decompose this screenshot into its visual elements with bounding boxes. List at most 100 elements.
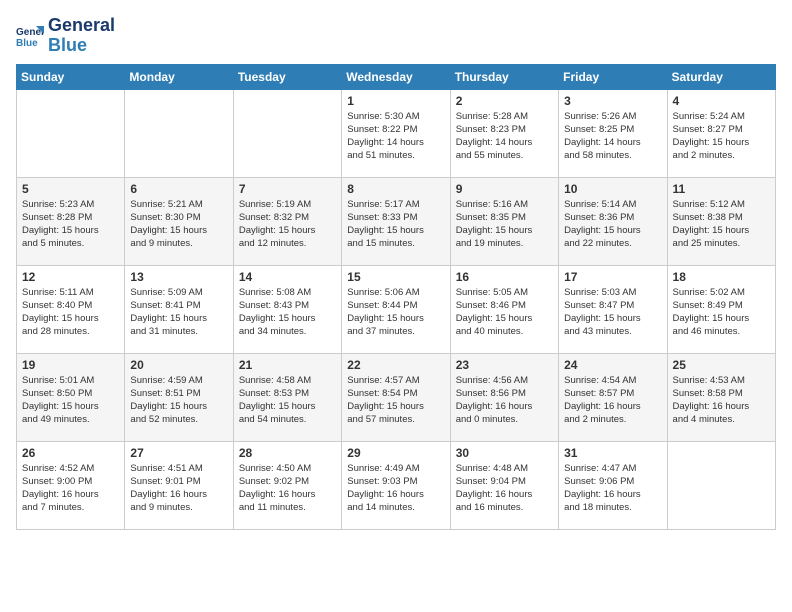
day-number: 8 [347, 182, 444, 196]
day-info: Sunrise: 4:51 AM Sunset: 9:01 PM Dayligh… [130, 462, 227, 515]
header-row: SundayMondayTuesdayWednesdayThursdayFrid… [17, 64, 776, 89]
day-info: Sunrise: 5:14 AM Sunset: 8:36 PM Dayligh… [564, 198, 661, 251]
day-info: Sunrise: 5:01 AM Sunset: 8:50 PM Dayligh… [22, 374, 119, 427]
day-info: Sunrise: 4:49 AM Sunset: 9:03 PM Dayligh… [347, 462, 444, 515]
day-cell: 4 Sunrise: 5:24 AM Sunset: 8:27 PM Daylig… [667, 89, 775, 177]
day-info: Sunrise: 4:56 AM Sunset: 8:56 PM Dayligh… [456, 374, 553, 427]
day-number: 19 [22, 358, 119, 372]
day-info: Sunrise: 5:06 AM Sunset: 8:44 PM Dayligh… [347, 286, 444, 339]
day-cell: 23Sunrise: 4:56 AM Sunset: 8:56 PM Dayli… [450, 353, 558, 441]
day-number: 29 [347, 446, 444, 460]
day-cell: 2 Sunrise: 5:28 AM Sunset: 8:23 PM Daylig… [450, 89, 558, 177]
day-number: 21 [239, 358, 336, 372]
logo-text: General Blue [48, 16, 115, 56]
day-cell: 3 Sunrise: 5:26 AM Sunset: 8:25 PM Daylig… [559, 89, 667, 177]
day-cell: 30Sunrise: 4:48 AM Sunset: 9:04 PM Dayli… [450, 441, 558, 529]
day-info: Sunrise: 5:17 AM Sunset: 8:33 PM Dayligh… [347, 198, 444, 251]
day-cell: 1 Sunrise: 5:30 AM Sunset: 8:22 PM Daylig… [342, 89, 450, 177]
day-number: 22 [347, 358, 444, 372]
day-info: Sunrise: 5:09 AM Sunset: 8:41 PM Dayligh… [130, 286, 227, 339]
day-number: 9 [456, 182, 553, 196]
day-number: 3 [564, 94, 661, 108]
day-number: 31 [564, 446, 661, 460]
day-cell: 29 Sunrise: 4:49 AM Sunset: 9:03 PM Dayli… [342, 441, 450, 529]
day-cell: 10 Sunrise: 5:14 AM Sunset: 8:36 PM Dayli… [559, 177, 667, 265]
day-cell: 8 Sunrise: 5:17 AM Sunset: 8:33 PM Daylig… [342, 177, 450, 265]
day-number: 20 [130, 358, 227, 372]
day-cell: 12 Sunrise: 5:11 AM Sunset: 8:40 PM Dayli… [17, 265, 125, 353]
day-info: Sunrise: 4:50 AM Sunset: 9:02 PM Dayligh… [239, 462, 336, 515]
day-info: Sunrise: 5:11 AM Sunset: 8:40 PM Dayligh… [22, 286, 119, 339]
day-cell: 22 Sunrise: 4:57 AM Sunset: 8:54 PM Dayli… [342, 353, 450, 441]
day-info: Sunrise: 5:16 AM Sunset: 8:35 PM Dayligh… [456, 198, 553, 251]
day-number: 12 [22, 270, 119, 284]
day-cell: 11Sunrise: 5:12 AM Sunset: 8:38 PM Dayli… [667, 177, 775, 265]
day-info: Sunrise: 5:05 AM Sunset: 8:46 PM Dayligh… [456, 286, 553, 339]
day-number: 5 [22, 182, 119, 196]
day-number: 27 [130, 446, 227, 460]
day-info: Sunrise: 4:47 AM Sunset: 9:06 PM Dayligh… [564, 462, 661, 515]
header-cell-wednesday: Wednesday [342, 64, 450, 89]
day-number: 24 [564, 358, 661, 372]
day-number: 11 [673, 182, 770, 196]
day-cell: 26Sunrise: 4:52 AM Sunset: 9:00 PM Dayli… [17, 441, 125, 529]
day-cell: 24 Sunrise: 4:54 AM Sunset: 8:57 PM Dayli… [559, 353, 667, 441]
day-cell [667, 441, 775, 529]
week-row-4: 19 Sunrise: 5:01 AM Sunset: 8:50 PM Dayli… [17, 353, 776, 441]
day-info: Sunrise: 5:02 AM Sunset: 8:49 PM Dayligh… [673, 286, 770, 339]
day-info: Sunrise: 4:53 AM Sunset: 8:58 PM Dayligh… [673, 374, 770, 427]
day-cell: 6Sunrise: 5:21 AM Sunset: 8:30 PM Daylig… [125, 177, 233, 265]
logo-icon: General Blue [16, 22, 44, 50]
header-cell-tuesday: Tuesday [233, 64, 341, 89]
week-row-5: 26Sunrise: 4:52 AM Sunset: 9:00 PM Dayli… [17, 441, 776, 529]
day-cell: 18 Sunrise: 5:02 AM Sunset: 8:49 PM Dayli… [667, 265, 775, 353]
day-info: Sunrise: 5:03 AM Sunset: 8:47 PM Dayligh… [564, 286, 661, 339]
day-cell: 14 Sunrise: 5:08 AM Sunset: 8:43 PM Dayli… [233, 265, 341, 353]
day-number: 7 [239, 182, 336, 196]
day-info: Sunrise: 5:28 AM Sunset: 8:23 PM Dayligh… [456, 110, 553, 163]
day-cell: 17 Sunrise: 5:03 AM Sunset: 8:47 PM Dayli… [559, 265, 667, 353]
day-cell: 15Sunrise: 5:06 AM Sunset: 8:44 PM Dayli… [342, 265, 450, 353]
day-number: 2 [456, 94, 553, 108]
day-info: Sunrise: 4:48 AM Sunset: 9:04 PM Dayligh… [456, 462, 553, 515]
day-number: 17 [564, 270, 661, 284]
day-cell [17, 89, 125, 177]
day-cell: 5 Sunrise: 5:23 AM Sunset: 8:28 PM Daylig… [17, 177, 125, 265]
day-cell: 13Sunrise: 5:09 AM Sunset: 8:41 PM Dayli… [125, 265, 233, 353]
week-row-1: 1 Sunrise: 5:30 AM Sunset: 8:22 PM Daylig… [17, 89, 776, 177]
day-cell [233, 89, 341, 177]
week-row-3: 12 Sunrise: 5:11 AM Sunset: 8:40 PM Dayli… [17, 265, 776, 353]
day-info: Sunrise: 5:30 AM Sunset: 8:22 PM Dayligh… [347, 110, 444, 163]
day-number: 28 [239, 446, 336, 460]
day-number: 18 [673, 270, 770, 284]
day-cell: 20 Sunrise: 4:59 AM Sunset: 8:51 PM Dayli… [125, 353, 233, 441]
calendar-table: SundayMondayTuesdayWednesdayThursdayFrid… [16, 64, 776, 530]
day-number: 1 [347, 94, 444, 108]
day-info: Sunrise: 5:23 AM Sunset: 8:28 PM Dayligh… [22, 198, 119, 251]
day-number: 10 [564, 182, 661, 196]
day-info: Sunrise: 4:59 AM Sunset: 8:51 PM Dayligh… [130, 374, 227, 427]
day-cell: 21 Sunrise: 4:58 AM Sunset: 8:53 PM Dayli… [233, 353, 341, 441]
day-cell: 19 Sunrise: 5:01 AM Sunset: 8:50 PM Dayli… [17, 353, 125, 441]
header-cell-monday: Monday [125, 64, 233, 89]
day-cell: 31 Sunrise: 4:47 AM Sunset: 9:06 PM Dayli… [559, 441, 667, 529]
day-number: 14 [239, 270, 336, 284]
header: General Blue General Blue [16, 16, 776, 56]
day-cell: 9 Sunrise: 5:16 AM Sunset: 8:35 PM Daylig… [450, 177, 558, 265]
day-info: Sunrise: 4:57 AM Sunset: 8:54 PM Dayligh… [347, 374, 444, 427]
day-info: Sunrise: 5:26 AM Sunset: 8:25 PM Dayligh… [564, 110, 661, 163]
day-info: Sunrise: 5:08 AM Sunset: 8:43 PM Dayligh… [239, 286, 336, 339]
day-cell: 25Sunrise: 4:53 AM Sunset: 8:58 PM Dayli… [667, 353, 775, 441]
day-info: Sunrise: 4:54 AM Sunset: 8:57 PM Dayligh… [564, 374, 661, 427]
header-cell-thursday: Thursday [450, 64, 558, 89]
header-cell-saturday: Saturday [667, 64, 775, 89]
day-info: Sunrise: 5:24 AM Sunset: 8:27 PM Dayligh… [673, 110, 770, 163]
day-number: 16 [456, 270, 553, 284]
logo: General Blue General Blue [16, 16, 115, 56]
day-info: Sunrise: 4:58 AM Sunset: 8:53 PM Dayligh… [239, 374, 336, 427]
week-row-2: 5 Sunrise: 5:23 AM Sunset: 8:28 PM Daylig… [17, 177, 776, 265]
day-info: Sunrise: 5:19 AM Sunset: 8:32 PM Dayligh… [239, 198, 336, 251]
day-number: 26 [22, 446, 119, 460]
day-number: 4 [673, 94, 770, 108]
day-cell: 28 Sunrise: 4:50 AM Sunset: 9:02 PM Dayli… [233, 441, 341, 529]
